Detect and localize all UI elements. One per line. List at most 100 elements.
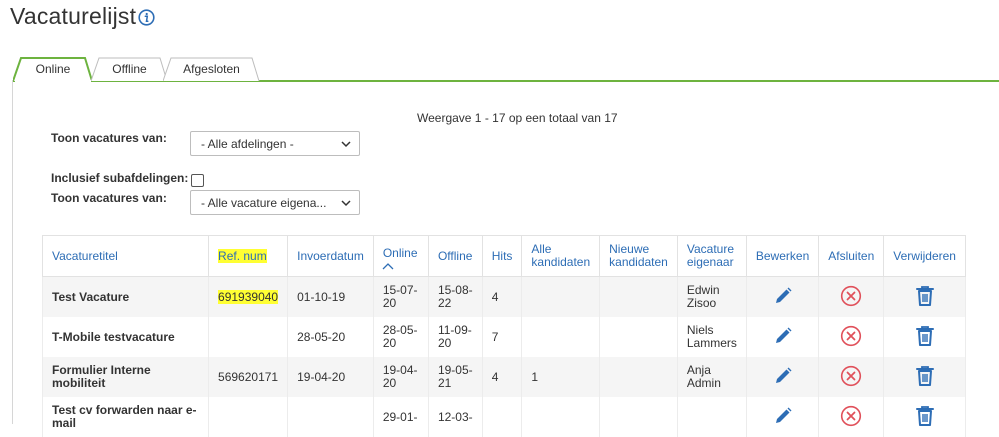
vacancy-title[interactable]: T-Mobile testvacature [41, 317, 210, 357]
cell-invoer: 28-05-20 [297, 329, 346, 344]
online-date: 19-04- 20 [372, 357, 429, 397]
cell-online-2: 20 [382, 336, 397, 350]
all-candidates-count[interactable]: 1 [521, 357, 601, 397]
col-header-online[interactable]: Online [372, 235, 429, 277]
hits-count: 4 [481, 276, 523, 317]
cell-online-1: 19-04- [382, 363, 418, 377]
cell-owner-1: Niels [686, 323, 714, 337]
cell-ref: 569620171 [218, 369, 279, 384]
cell-owner-2: Admin [686, 376, 721, 390]
all-candidates-count[interactable] [521, 317, 601, 357]
delete-button[interactable] [883, 357, 966, 397]
owner-select-value: - Alle vacature eigena... [201, 196, 327, 210]
col-header-alle-line2: kandidaten [531, 255, 591, 269]
ref-number: 691939040 [208, 276, 289, 317]
close-circle-icon [841, 365, 862, 386]
cell-invoer: 01-10-19 [297, 289, 346, 304]
col-header-nieuwe-kandidaten[interactable]: Nieuwe kandidaten [599, 235, 678, 277]
col-header-afsluiten-label: Afsluiten [828, 248, 875, 263]
cell-online-1: 29-01- [382, 409, 418, 424]
col-header-nieuwe-line2: kandidaten [609, 255, 668, 269]
col-header-afsluiten: Afsluiten [818, 235, 885, 277]
cell-title: Formulier Interne mobiliteit [52, 363, 151, 390]
vacancy-table: Vacaturetitel Ref. num Invoerdatum Onlin… [41, 235, 966, 437]
edit-button[interactable] [745, 357, 820, 397]
col-header-bewerken-label: Bewerken [755, 248, 810, 263]
close-vacancy-button[interactable] [818, 357, 885, 397]
pencil-icon [775, 407, 792, 423]
cell-hits: 7 [491, 329, 499, 344]
cell-owner-2: Lammers [686, 336, 737, 350]
result-count: Weergave 1 - 17 op een totaal van 17 [417, 111, 618, 125]
col-header-invoerdatum[interactable]: Invoerdatum [287, 235, 374, 277]
vacancy-title[interactable]: Formulier Interne mobiliteit [41, 357, 210, 397]
edit-button[interactable] [745, 317, 820, 357]
col-header-online-label: Online [382, 245, 418, 260]
tab-offline-label: Offline [112, 62, 147, 76]
new-candidates-count[interactable] [599, 357, 678, 397]
cell-offline-2: 20 [437, 336, 452, 350]
close-vacancy-button[interactable] [818, 397, 885, 437]
tab-online[interactable]: Online [13, 57, 93, 82]
vacancy-title[interactable]: Test cv forwarden naar e-mail [41, 397, 210, 437]
department-filter-label: Toon vacatures van: [51, 131, 167, 145]
col-header-offline[interactable]: Offline [427, 235, 483, 277]
edit-button[interactable] [745, 397, 820, 437]
delete-button[interactable] [883, 317, 966, 357]
cell-owner-2: Zisoo [686, 296, 717, 310]
col-header-eigenaar[interactable]: Vacature eigenaar [676, 235, 747, 277]
tab-afgesloten[interactable]: Afgesloten [163, 57, 260, 82]
cell-invoer: 19-04-20 [297, 369, 346, 384]
new-candidates-count[interactable] [599, 397, 678, 437]
cell-owner-1: Edwin [686, 283, 720, 297]
subdepartments-checkbox[interactable] [191, 174, 204, 187]
col-header-title[interactable]: Vacaturetitel [41, 235, 210, 277]
all-candidates-count[interactable] [521, 276, 601, 317]
offline-date: 11-09- 20 [427, 317, 483, 357]
tab-online-label: Online [35, 62, 71, 76]
entry-date: 19-04-20 [287, 357, 374, 397]
cell-title: Test cv forwarden naar e-mail [52, 403, 197, 430]
trash-icon [915, 325, 934, 346]
cell-offline-1: 15-08- [437, 283, 473, 297]
col-header-ref[interactable]: Ref. num [208, 235, 289, 277]
col-header-hits[interactable]: Hits [481, 235, 523, 277]
delete-button[interactable] [883, 397, 966, 437]
trash-icon [915, 365, 934, 386]
cell-online-2: 20 [382, 376, 397, 390]
trash-icon [915, 405, 934, 426]
col-header-title-label: Vacaturetitel [52, 248, 118, 263]
cell-title: T-Mobile testvacature [52, 329, 175, 344]
owner-select[interactable]: - Alle vacature eigena... [190, 190, 360, 215]
all-candidates-count[interactable] [521, 397, 601, 437]
trash-icon [915, 285, 934, 306]
department-select[interactable]: - Alle afdelingen - [190, 131, 360, 156]
chevron-down-icon [341, 141, 351, 148]
delete-button[interactable] [883, 276, 966, 317]
col-header-alle-kandidaten[interactable]: Alle kandidaten [521, 235, 601, 277]
sort-ascending-icon [382, 263, 394, 270]
close-vacancy-button[interactable] [818, 276, 885, 317]
table-row[interactable]: T-Mobile testvacature 28-05-20 28-05- 20 … [41, 317, 966, 357]
close-vacancy-button[interactable] [818, 317, 885, 357]
vacancy-title[interactable]: Test Vacature [41, 276, 210, 317]
new-candidates-count[interactable] [599, 317, 678, 357]
col-header-alle-line1: Alle [531, 242, 552, 256]
pencil-icon [775, 327, 792, 343]
cell-offline-2: 21 [437, 376, 452, 390]
edit-button[interactable] [745, 276, 820, 317]
info-icon[interactable] [138, 9, 155, 26]
cell-offline-1: 12-03- [437, 409, 473, 424]
table-row[interactable]: Test Vacature 691939040 01-10-19 15-07- 2… [41, 276, 966, 317]
table-row[interactable]: Formulier Interne mobiliteit 569620171 1… [41, 357, 966, 397]
col-header-eigenaar-line2: eigenaar [686, 255, 734, 269]
new-candidates-count[interactable] [599, 276, 678, 317]
owner-filter-label: Toon vacatures van: [51, 191, 167, 205]
table-row[interactable]: Test cv forwarden naar e-mail 29-01- 12-… [41, 397, 966, 437]
cell-offline-2: 22 [437, 296, 452, 310]
col-header-invoerdatum-label: Invoerdatum [297, 248, 364, 263]
tab-offline[interactable]: Offline [91, 57, 168, 82]
col-header-verwijderen: Verwijderen [883, 235, 966, 277]
ref-number [208, 397, 289, 437]
cell-offline-1: 19-05- [437, 363, 473, 377]
